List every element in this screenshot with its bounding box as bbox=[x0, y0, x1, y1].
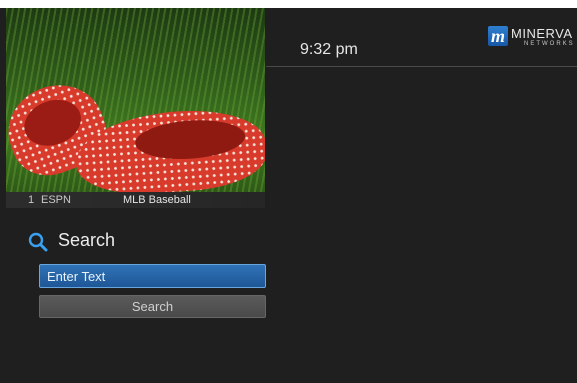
logo-word: MINERVA bbox=[511, 26, 573, 41]
search-button[interactable]: Search bbox=[39, 295, 266, 318]
video-preview[interactable] bbox=[6, 8, 265, 192]
search-heading-label: Search bbox=[58, 230, 116, 250]
program-title: MLB Baseball bbox=[123, 194, 191, 206]
channel-info-row: 1 ESPN MLB Baseball bbox=[6, 192, 265, 208]
minerva-logo: m MINERVA NETWORKS bbox=[488, 26, 574, 50]
tv-screen: 1 ESPN MLB Baseball Search Enter Text Se… bbox=[0, 8, 577, 383]
search-input[interactable]: Enter Text bbox=[39, 264, 266, 288]
logo-mark: m bbox=[488, 26, 508, 46]
search-icon bbox=[28, 232, 48, 252]
header-divider bbox=[266, 66, 577, 67]
logo-subtext: NETWORKS bbox=[524, 41, 575, 47]
clock-time: 9:32 pm bbox=[300, 41, 358, 58]
channel-network: ESPN bbox=[41, 194, 71, 206]
top-strip bbox=[0, 0, 577, 8]
channel-number: 1 bbox=[28, 194, 35, 206]
